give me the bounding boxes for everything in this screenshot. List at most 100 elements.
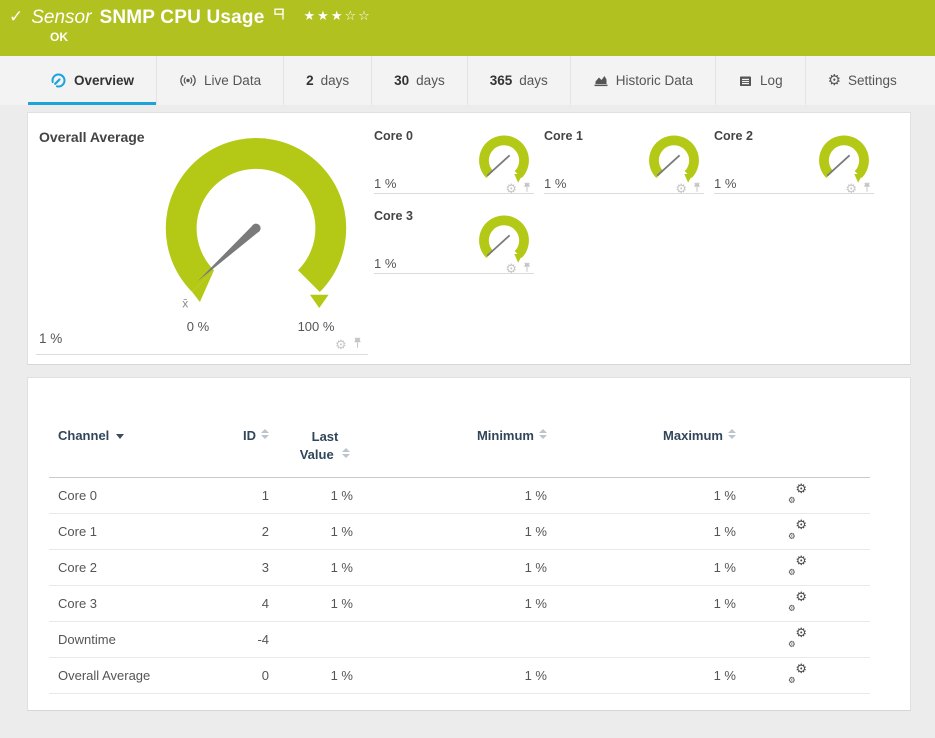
channel-last-value: 1 %: [269, 657, 353, 695]
sort-icon: [342, 448, 351, 459]
table-row: Core 1 2 1 % 1 % 1 % ⚙ ⚙: [49, 513, 870, 551]
core-gauge-actions: ⚙: [845, 180, 872, 198]
table-header-row: Channel ID Last Value Minimum Maximum: [49, 428, 870, 479]
channel-minimum: 1 %: [353, 585, 547, 623]
gauge-pin-icon[interactable]: [692, 180, 702, 198]
column-header-channel[interactable]: Channel: [49, 428, 233, 479]
settings-gear-icon: ⚙: [827, 71, 842, 89]
gauge-needle: [826, 154, 851, 177]
live-data-icon: [179, 73, 197, 88]
tab-label: Live Data: [204, 73, 262, 88]
core-gauge-cell: Core 2 1 % ⚙: [714, 129, 874, 209]
gauge-scale-min: 0 %: [186, 319, 210, 334]
channel-name: Downtime: [49, 621, 233, 659]
core-value: 1 %: [374, 256, 397, 271]
table-row: Downtime -4 ⚙ ⚙: [49, 621, 870, 659]
tab-label: Historic Data: [615, 73, 694, 88]
channel-maximum: 1 %: [547, 657, 736, 695]
channel-minimum: 1 %: [353, 477, 547, 515]
tab-label: days: [416, 73, 445, 88]
sort-desc-icon: [116, 434, 125, 439]
channel-id: 3: [233, 549, 269, 587]
gauge-scale-max: 100 %: [297, 319, 335, 334]
tab-settings[interactable]: ⚙ Settings: [804, 56, 919, 105]
channel-id: 0: [233, 657, 269, 695]
object-kind-label: Sensor: [31, 7, 92, 28]
tab-live-data[interactable]: Live Data: [156, 56, 283, 105]
gauge-needle: [197, 224, 259, 282]
channel-id: 4: [233, 585, 269, 623]
channel-maximum: 1 %: [547, 477, 736, 515]
column-header-actions: [736, 428, 870, 479]
tab-label: days: [519, 73, 548, 88]
core-value: 1 %: [714, 176, 737, 191]
status-check-icon: ✓: [9, 7, 24, 26]
log-list-icon: [738, 74, 753, 88]
channel-maximum: [547, 621, 736, 659]
gauge-needle: [486, 154, 511, 177]
flag-icon[interactable]: [273, 7, 286, 26]
tab-log[interactable]: Log: [715, 56, 805, 105]
tab-overview[interactable]: Overview: [28, 56, 156, 105]
tab-365-days[interactable]: 365 days: [466, 56, 570, 105]
channel-last-value: [269, 621, 353, 659]
sort-icon: [728, 429, 736, 439]
tab-number: 2: [306, 73, 314, 88]
tab-bar: Overview Live Data 2 days 30 days 365 da…: [0, 56, 935, 105]
channel-settings-gears-icon[interactable]: ⚙ ⚙: [788, 663, 808, 685]
channel-settings-gears-icon[interactable]: ⚙ ⚙: [788, 519, 808, 541]
channel-name: Overall Average: [49, 657, 233, 695]
channel-table: Channel ID Last Value Minimum Maximum Co…: [49, 428, 870, 695]
gauge-pin-icon[interactable]: [522, 260, 532, 278]
core-gauge-cell: Core 3 1 % ⚙: [374, 209, 534, 289]
channel-name: Core 3: [49, 585, 233, 623]
channel-minimum: 1 %: [353, 513, 547, 551]
channel-settings-gears-icon[interactable]: ⚙ ⚙: [788, 555, 808, 577]
gauge-needle: [486, 234, 511, 257]
sensor-header: ✓ Sensor SNMP CPU Usage ★★★☆☆ OK: [0, 0, 935, 56]
sort-icon: [261, 429, 269, 439]
prtg-sensor-page: ✓ Sensor SNMP CPU Usage ★★★☆☆ OK Overvie…: [0, 0, 935, 738]
channel-settings-gears-icon[interactable]: ⚙ ⚙: [788, 627, 808, 649]
channel-settings-gears-icon[interactable]: ⚙ ⚙: [788, 483, 808, 505]
gauge-pin-icon[interactable]: [352, 336, 363, 354]
channel-minimum: 1 %: [353, 549, 547, 587]
core-title: Core 0: [374, 129, 413, 143]
column-header-id[interactable]: ID: [233, 428, 269, 479]
sort-icon: [539, 429, 547, 439]
gauges-panel: Overall Average x̄ 0 % 100 % 1 % ⚙ Core …: [27, 112, 911, 365]
gauge-icon: [50, 72, 67, 89]
column-header-last-value[interactable]: Last Value: [269, 428, 353, 479]
channel-name: Core 0: [49, 477, 233, 515]
gauge-divider: [544, 193, 704, 194]
tab-label: days: [320, 73, 350, 88]
core-title: Core 2: [714, 129, 753, 143]
channel-last-value: 1 %: [269, 549, 353, 587]
tab-2-days[interactable]: 2 days: [283, 56, 371, 105]
core-gauge-actions: ⚙: [505, 260, 532, 278]
channel-minimum: 1 %: [353, 657, 547, 695]
column-header-maximum[interactable]: Maximum: [547, 428, 736, 479]
column-header-minimum[interactable]: Minimum: [353, 428, 547, 479]
overall-average-gauge: x̄: [165, 138, 347, 310]
gauge-settings-gear-icon[interactable]: ⚙: [335, 339, 347, 352]
gauge-divider: [714, 193, 874, 194]
channel-settings-gears-icon[interactable]: ⚙ ⚙: [788, 591, 808, 613]
average-marker: x̄: [182, 296, 188, 310]
channel-maximum: 1 %: [547, 585, 736, 623]
channel-id: -4: [233, 621, 269, 659]
channel-id: 1: [233, 477, 269, 515]
gauge-pin-icon[interactable]: [862, 180, 872, 198]
tab-label: Log: [760, 73, 783, 88]
gauge-pin-icon[interactable]: [522, 180, 532, 198]
core-gauge-actions: ⚙: [675, 180, 702, 198]
gauge-divider: [374, 273, 534, 274]
tab-historic-data[interactable]: Historic Data: [569, 56, 715, 105]
tab-30-days[interactable]: 30 days: [371, 56, 467, 105]
tab-number: 30: [394, 73, 410, 88]
core-gauge-actions: ⚙: [505, 180, 532, 198]
channel-name: Core 2: [49, 549, 233, 587]
tab-number: 365: [489, 73, 513, 88]
priority-stars[interactable]: ★★★☆☆: [304, 6, 372, 28]
core-gauge-cell: Core 0 1 % ⚙: [374, 129, 534, 209]
